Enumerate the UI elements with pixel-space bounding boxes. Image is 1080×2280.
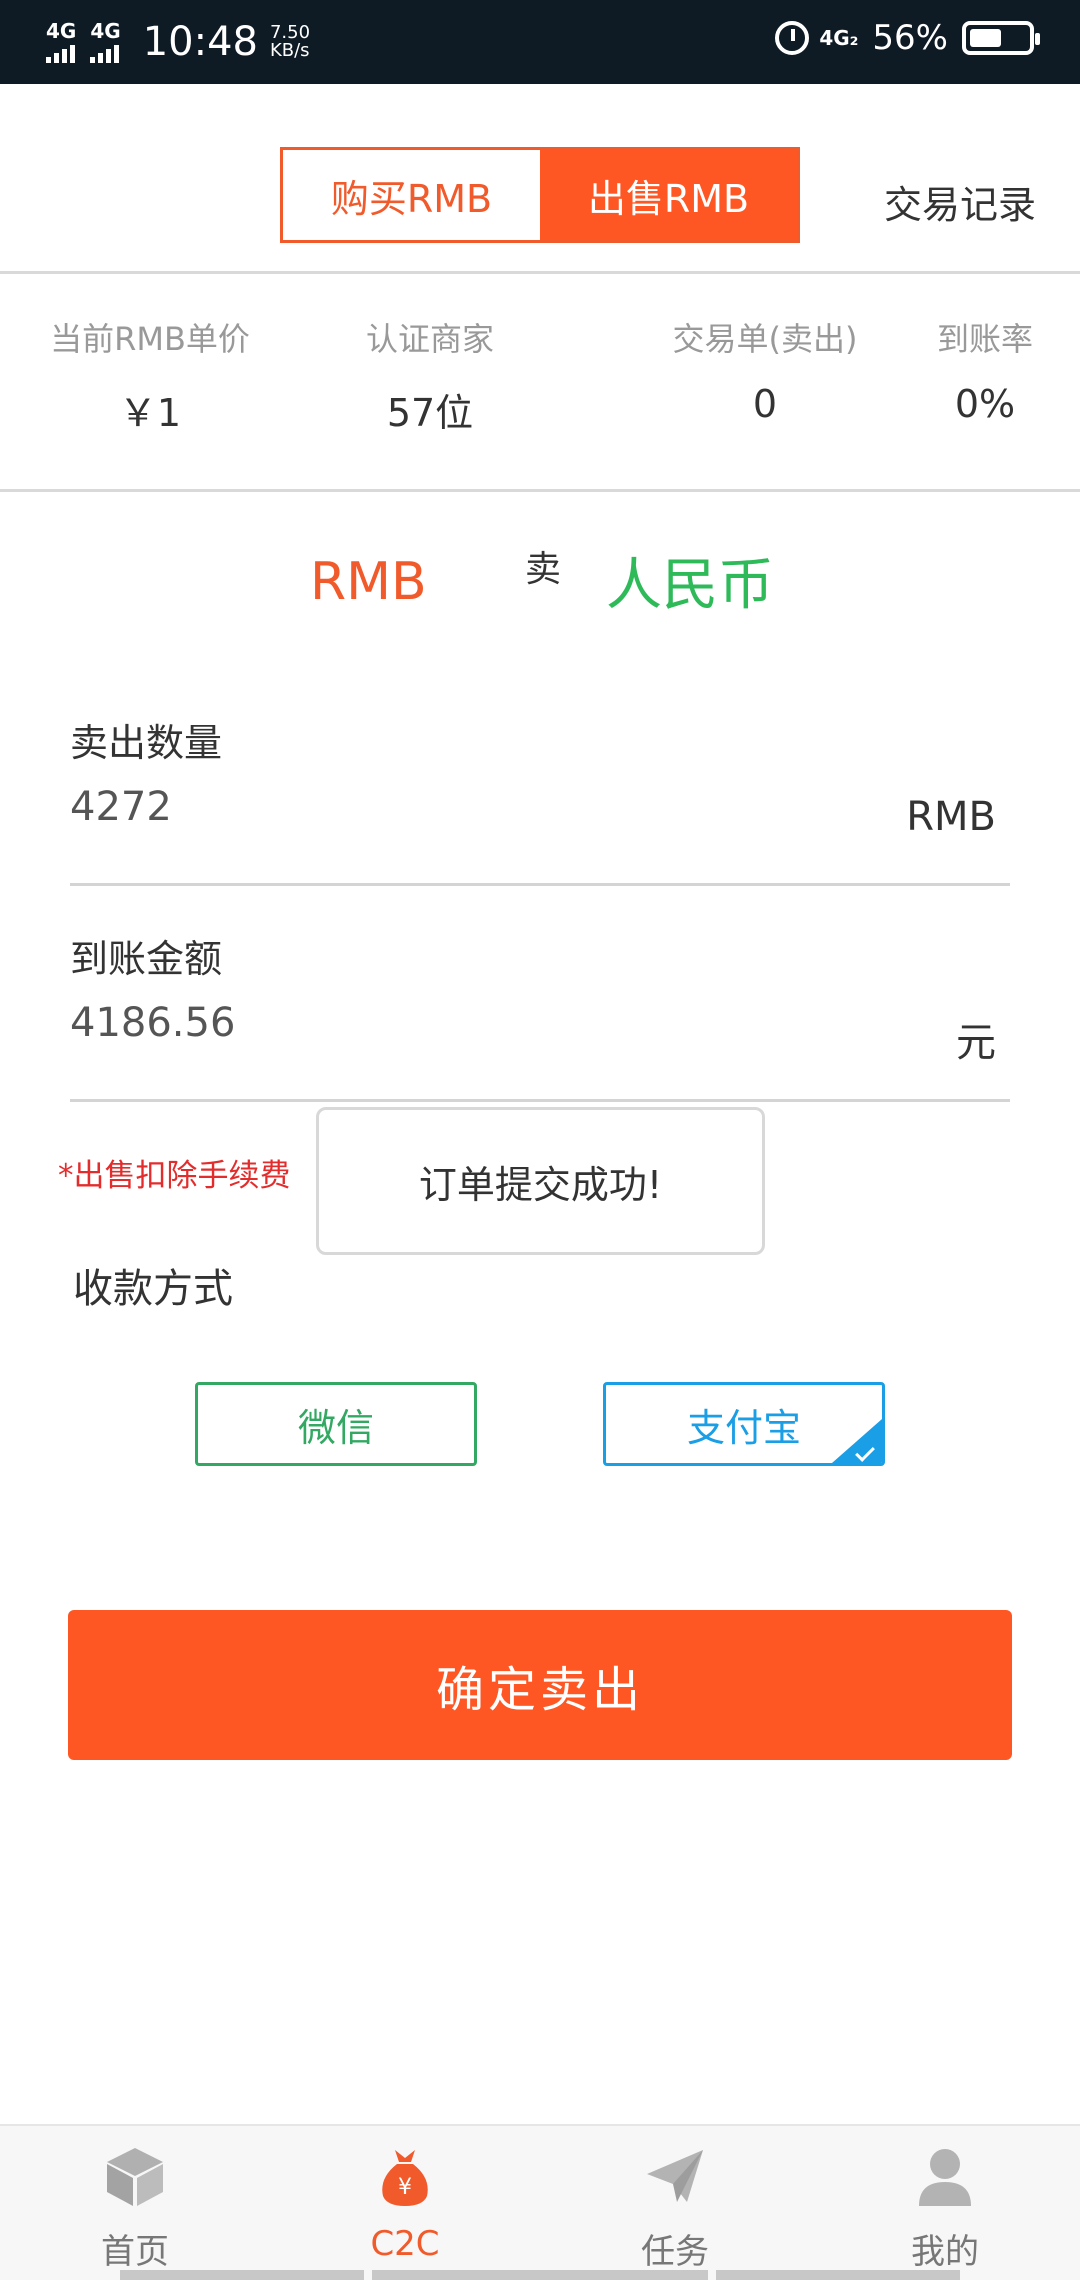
bottom-nav: 首页 ¥ C2C 任务 我的 [0,2124,1080,2280]
network-type: 4G₂ [819,26,859,50]
stats-panel: 当前RMB单价 ￥1 认证商家 57位 交易单(卖出) 0 到账率 0% [0,274,1080,492]
user-icon [919,2149,971,2206]
sell-quantity-label: 卖出数量 [70,721,223,765]
clock: 10:48 [142,19,258,65]
signal-strength-icon: 4G [90,19,121,63]
nav-label: 任务 [641,2232,709,2272]
paper-plane-icon [647,2150,703,2202]
nav-item-c2c[interactable]: ¥ C2C [315,2144,495,2264]
tab-buy-rmb[interactable]: 购买RMB [283,150,540,240]
stat-label: 当前RMB单价 [50,320,250,358]
stat-value: ￥1 [118,391,182,435]
nav-item-home[interactable]: 首页 [45,2144,225,2273]
stat-unit-price: 当前RMB单价 ￥1 [40,314,260,437]
trade-tabs: 购买RMB 出售RMB [280,147,800,243]
signal-label: 4G [46,19,77,43]
sell-quantity-input[interactable]: 4272 RMB [70,776,1010,886]
nav-label: 我的 [911,2232,979,2272]
trade-records-link[interactable]: 交易记录 [884,174,1036,229]
nav-label: C2C [370,2224,440,2264]
stat-label: 到账率 [936,320,1033,358]
stat-label: 交易单(卖出) [672,320,858,358]
arrival-amount-unit: 元 [956,1020,996,1066]
tab-sell-rmb[interactable]: 出售RMB [540,150,797,240]
confirm-sell-button[interactable]: 确定卖出 [68,1610,1012,1760]
stat-value: 57位 [386,391,474,435]
pay-alipay-label: 支付宝 [686,1405,801,1450]
header: 购买RMB 出售RMB 交易记录 [0,84,1080,274]
signal-strength-icon: 4G [46,21,76,63]
arrival-amount-value: 4186.56 [70,1000,236,1046]
speed-unit: KB/s [269,40,310,61]
fee-note: *出售扣除手续费 [58,1158,291,1194]
pay-wechat-button[interactable]: 微信 [195,1382,477,1466]
payment-method-label: 收款方式 [73,1266,233,1312]
pay-alipay-button[interactable]: 支付宝 [603,1382,885,1466]
battery-percent: 56% [872,18,948,58]
battery-icon [962,21,1040,55]
pair-action: 卖 [525,549,562,590]
money-bag-icon: ¥ [382,2150,428,2206]
sell-quantity-unit: RMB [906,794,996,840]
nav-item-tasks[interactable]: 任务 [585,2144,765,2273]
stat-sell-orders: 交易单(卖出) 0 [660,314,870,426]
stat-value: 0% [954,382,1016,426]
pay-wechat-label: 微信 [297,1405,374,1450]
pair-to-currency: 人民币 [606,553,774,618]
cube-icon [107,2148,163,2206]
signal-label: 4G [90,19,121,43]
arrival-amount-label: 到账金额 [70,937,223,981]
stat-label: 认证商家 [365,320,494,358]
arrival-amount-input[interactable]: 4186.56 元 [70,992,1010,1102]
stat-merchants: 认证商家 57位 [330,314,530,437]
alarm-icon [775,21,810,55]
nav-item-mine[interactable]: 我的 [855,2144,1035,2273]
nav-divider [716,2270,960,2280]
pair-from-currency: RMB [310,552,427,612]
stat-value: 0 [752,382,778,426]
nav-divider [372,2270,708,2280]
status-bar: 4G 4G 10:48 7.50 KB/s 4G₂ 56% [0,0,1080,84]
network-speed: 7.50 KB/s [270,24,310,60]
sell-quantity-value: 4272 [70,784,172,830]
nav-label: 首页 [101,2232,169,2272]
nav-divider [120,2270,364,2280]
svg-text:¥: ¥ [398,2175,412,2200]
toast-message: 订单提交成功! [316,1107,765,1255]
stat-arrival-rate: 到账率 0% [920,314,1050,426]
